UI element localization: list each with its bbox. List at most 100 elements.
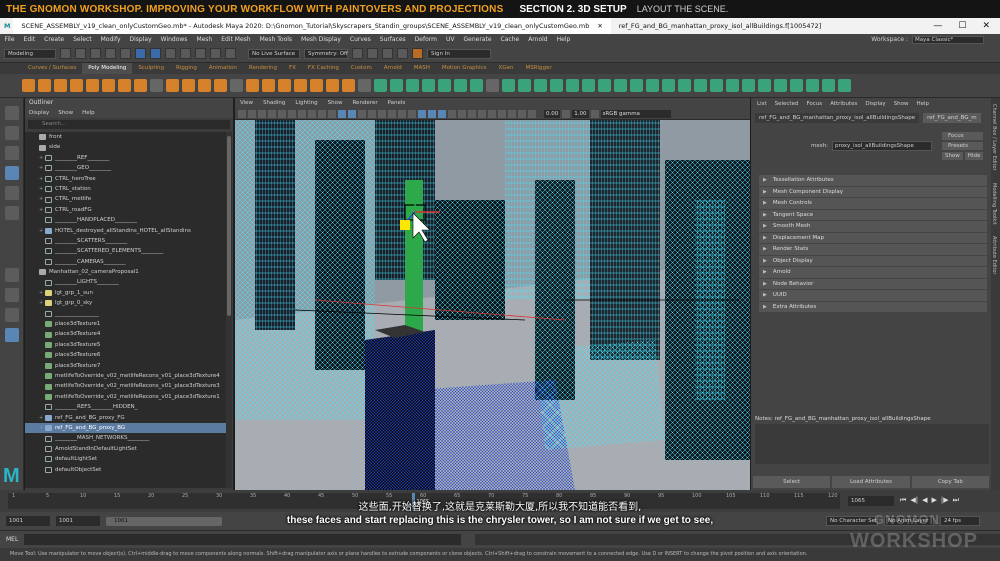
close-button[interactable]: ✕ — [982, 21, 990, 31]
viewport-tool-icon[interactable] — [368, 109, 376, 118]
menu-display[interactable]: Display — [125, 36, 156, 43]
viewport-tool-icon[interactable] — [488, 109, 496, 118]
gamma-icon[interactable] — [562, 109, 571, 118]
outliner-row[interactable]: + ref_FG_and_BG_proxy_BG — [25, 422, 226, 434]
viewport-tool-icon[interactable] — [498, 109, 506, 118]
lasso-tool-icon[interactable] — [4, 126, 19, 140]
shelf-tool-icon[interactable] — [774, 79, 787, 92]
attr-menu-attributes[interactable]: Attributes — [830, 98, 857, 110]
render-frame-icon[interactable] — [352, 48, 363, 59]
menu-uv[interactable]: UV — [442, 36, 460, 43]
attr-section-arnold[interactable]: ▶ Arnold — [759, 267, 987, 278]
exposure-field[interactable]: 0.00 — [544, 109, 561, 118]
outliner-row[interactable]: metlifeToOverride_v02_metlifeRecons_v01_… — [25, 392, 226, 402]
paint-select-tool-icon[interactable] — [4, 146, 19, 160]
persp-outliner-layout-icon[interactable] — [4, 308, 19, 322]
mel-label[interactable]: MEL — [6, 536, 18, 543]
shelf-tool-icon[interactable] — [614, 79, 627, 92]
viewport-tool-icon[interactable] — [348, 109, 356, 118]
outliner-row[interactable]: place3dTexture5 — [25, 340, 226, 350]
outliner-row[interactable]: place3dTexture7 — [25, 361, 226, 371]
menu-mesh-display[interactable]: Mesh Display — [297, 36, 346, 43]
attr-section-displacement-map[interactable]: ▶ Displacement Map — [759, 232, 987, 243]
color-management-icon[interactable] — [590, 109, 599, 118]
outliner-row[interactable]: + CTRL_roadFG — [25, 205, 226, 215]
scrollbar-thumb[interactable] — [227, 136, 231, 316]
shelf-tool-icon[interactable] — [486, 79, 499, 92]
shelf-tool-icon[interactable] — [550, 79, 563, 92]
shelf-tool-icon[interactable] — [726, 79, 739, 92]
menu-set-dropdown[interactable]: Modeling — [4, 48, 56, 59]
shelf-tool-icon[interactable] — [214, 79, 227, 92]
menu-file[interactable]: File — [0, 36, 19, 43]
hide-button[interactable]: Hide — [964, 152, 984, 160]
go-to-end-icon[interactable]: ⏭ — [953, 496, 959, 505]
viewport-tool-icon[interactable] — [288, 109, 296, 118]
shelf-tool-icon[interactable] — [438, 79, 451, 92]
symmetry-dropdown[interactable]: Symmetry: Off — [304, 48, 348, 59]
node-tab-shape[interactable]: ref_FG_and_BG_manhattan_proxy_isol_allBu… — [755, 113, 920, 123]
copy-tab-button[interactable]: Copy Tab — [911, 476, 989, 488]
menu-modify[interactable]: Modify — [96, 36, 125, 43]
sign-in-dropdown[interactable]: Sign In — [427, 48, 491, 59]
shelf-tool-icon[interactable] — [390, 79, 403, 92]
scale-tool-icon[interactable] — [4, 206, 19, 220]
shelf-tool-icon[interactable] — [182, 79, 195, 92]
attr-menu-selected[interactable]: Selected — [775, 98, 799, 110]
menu-create[interactable]: Create — [40, 36, 69, 43]
shelf-tool-icon[interactable] — [582, 79, 595, 92]
shelf-tool-icon[interactable] — [70, 79, 83, 92]
notes-textarea[interactable] — [755, 424, 989, 464]
select-tool-icon[interactable] — [4, 106, 19, 120]
outliner-row[interactable]: ________HANDPLACED________ — [25, 215, 226, 225]
shelf-tool-icon[interactable] — [294, 79, 307, 92]
four-view-layout-icon[interactable] — [4, 288, 19, 302]
shelf-tool-icon[interactable] — [694, 79, 707, 92]
shelf-tab-fx-caching[interactable]: FX Caching — [302, 63, 345, 74]
menu-mesh[interactable]: Mesh — [192, 36, 217, 43]
menu-edit-mesh[interactable]: Edit Mesh — [217, 36, 255, 43]
shelf-tab-rigging[interactable]: Rigging — [170, 63, 203, 74]
shelf-tool-icon[interactable] — [150, 79, 163, 92]
gamma-field[interactable]: 1.00 — [572, 109, 589, 118]
viewport-tool-icon[interactable] — [518, 109, 526, 118]
outliner-row[interactable]: defaultObjectSet — [25, 465, 226, 475]
viewport-tool-icon[interactable] — [458, 109, 466, 118]
shelf-tool-icon[interactable] — [470, 79, 483, 92]
shelf-tab-curves-surfaces[interactable]: Curves / Surfaces — [22, 63, 82, 74]
shelf-tool-icon[interactable] — [278, 79, 291, 92]
shelf-tool-icon[interactable] — [374, 79, 387, 92]
window-tab-selection[interactable]: ref_FG_and_BG_manhattan_proxy_isol_allBu… — [611, 18, 830, 34]
shelf-tool-icon[interactable] — [502, 79, 515, 92]
live-surface-field[interactable]: No Live Surface — [248, 48, 300, 59]
menu-select[interactable]: Select — [69, 36, 97, 43]
shelf-tab-custom[interactable]: Custom — [345, 63, 378, 74]
rotate-tool-icon[interactable] — [4, 186, 19, 200]
viewport-tool-icon[interactable] — [268, 109, 276, 118]
shelf-tool-icon[interactable] — [838, 79, 851, 92]
attr-section-render-stats[interactable]: ▶ Render Stats — [759, 244, 987, 255]
viewport-tool-icon[interactable] — [478, 109, 486, 118]
viewport-tool-icon[interactable] — [318, 109, 326, 118]
3d-scene-view[interactable] — [235, 120, 750, 490]
shelf-tool-icon[interactable] — [246, 79, 259, 92]
shelf-tab-fx[interactable]: FX — [283, 63, 302, 74]
single-perspective-layout-icon[interactable] — [4, 268, 19, 282]
viewport-tool-icon[interactable] — [328, 109, 336, 118]
viewport-tool-icon[interactable] — [258, 109, 266, 118]
play-back-icon[interactable]: ◀ — [922, 496, 927, 505]
outliner-row[interactable]: side — [25, 142, 226, 152]
current-frame-field[interactable]: 1065 — [848, 496, 894, 506]
viewport-tool-icon[interactable] — [358, 109, 366, 118]
outliner-row[interactable]: ________REFS________HIDDEN_ — [25, 402, 226, 412]
viewport-tool-icon[interactable] — [388, 109, 396, 118]
outliner-row[interactable]: ________SCATTERED_ELEMENTS________ — [25, 246, 226, 256]
shelf-tool-icon[interactable] — [86, 79, 99, 92]
move-tool-icon[interactable] — [4, 166, 19, 180]
step-back-icon[interactable]: ◀| — [910, 496, 918, 505]
outliner-row[interactable]: + ref_FG_and_BG_proxy_FG — [25, 413, 226, 423]
viewport-tool-icon[interactable] — [378, 109, 386, 118]
viewport-menu-view[interactable]: View — [240, 98, 253, 108]
outliner-row[interactable]: front — [25, 132, 226, 142]
play-forward-icon[interactable]: ▶ — [931, 496, 936, 505]
